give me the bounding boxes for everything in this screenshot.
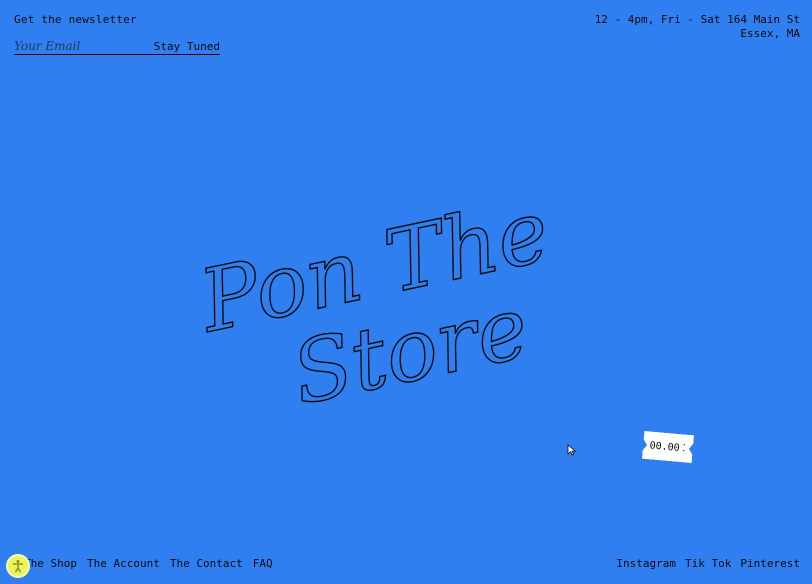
footer-link-account[interactable]: The Account bbox=[87, 557, 160, 570]
price-tag-dots-icon: · · bbox=[680, 440, 688, 456]
cursor-arrow-icon bbox=[567, 444, 577, 456]
accessibility-button[interactable] bbox=[6, 554, 30, 578]
price-tag[interactable]: 00.00 · · bbox=[642, 431, 694, 463]
store-location: Essex, MA bbox=[740, 27, 800, 40]
newsletter-section: Get the newsletter Stay Tuned bbox=[14, 13, 220, 55]
newsletter-form: Stay Tuned bbox=[14, 39, 220, 55]
stay-tuned-button[interactable]: Stay Tuned bbox=[154, 40, 220, 53]
footer-nav: The Shop The Account The Contact FAQ bbox=[24, 557, 273, 570]
page: Get the newsletter Stay Tuned 12 - 4pm, … bbox=[0, 0, 812, 584]
footer-link-faq[interactable]: FAQ bbox=[253, 557, 273, 570]
footer-link-shop[interactable]: The Shop bbox=[24, 557, 77, 570]
price-tag-label: 00.00 bbox=[649, 439, 681, 454]
social-link-pinterest[interactable]: Pinterest bbox=[740, 557, 800, 570]
hero-title-svg: Pon The Store bbox=[189, 180, 558, 425]
social-nav: Instagram Tik Tok Pinterest bbox=[616, 557, 800, 570]
footer-link-contact[interactable]: The Contact bbox=[170, 557, 243, 570]
store-hours: 12 - 4pm, Fri - Sat 164 Main St bbox=[594, 13, 800, 26]
hero-title: Pon The Store bbox=[189, 180, 615, 425]
store-info: 12 - 4pm, Fri - Sat 164 Main St Essex, M… bbox=[595, 13, 800, 41]
social-link-instagram[interactable]: Instagram bbox=[616, 557, 676, 570]
email-input[interactable] bbox=[14, 39, 144, 53]
accessibility-person-icon bbox=[12, 559, 24, 573]
newsletter-heading: Get the newsletter bbox=[14, 13, 137, 26]
social-link-tiktok[interactable]: Tik Tok bbox=[685, 557, 731, 570]
